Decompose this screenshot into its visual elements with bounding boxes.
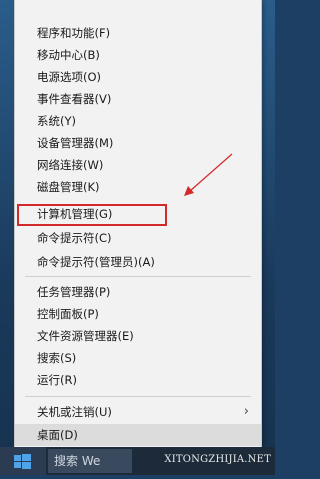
menu-item-label: 磁盘管理(K) [37,180,100,194]
menu-item-label: 程序和功能(F) [37,26,111,40]
menu-item-task-manager[interactable]: 任务管理器(P) [15,281,261,303]
winx-context-menu: 程序和功能(F) 移动中心(B) 电源选项(O) 事件查看器(V) 系统(Y) … [14,0,262,447]
chevron-right-icon: › [243,404,249,419]
menu-item-label: 搜索(S) [37,351,77,365]
windows-logo-icon [14,454,31,469]
menu-item-programs-features[interactable]: 程序和功能(F) [15,22,261,44]
menu-item-device-manager[interactable]: 设备管理器(M) [15,132,261,154]
menu-item-file-explorer[interactable]: 文件资源管理器(E) [15,325,261,347]
taskbar-search-box[interactable]: 搜索 We [48,449,132,473]
menu-item-search[interactable]: 搜索(S) [15,347,261,369]
menu-item-label: 任务管理器(P) [37,285,111,299]
menu-item-disk-management[interactable]: 磁盘管理(K) [15,176,261,198]
menu-item-command-prompt-admin[interactable]: 命令提示符(管理员)(A) [15,251,261,273]
menu-item-control-panel[interactable]: 控制面板(P) [15,303,261,325]
menu-separator [25,276,251,277]
menu-item-network-connections[interactable]: 网络连接(W) [15,154,261,176]
menu-item-desktop[interactable]: 桌面(D) [15,424,261,446]
menu-item-label: 网络连接(W) [37,158,104,172]
menu-item-shutdown-signout[interactable]: 关机或注销(U) › [15,401,261,423]
menu-item-power-options[interactable]: 电源选项(O) [15,66,261,88]
search-text: 搜索 We [54,454,101,468]
menu-item-label: 计算机管理(G) [37,207,113,221]
menu-item-label: 事件查看器(V) [37,92,112,106]
menu-item-label: 控制面板(P) [37,307,99,321]
menu-item-label: 命令提示符(管理员)(A) [37,255,155,269]
menu-separator [25,396,251,397]
menu-item-event-viewer[interactable]: 事件查看器(V) [15,88,261,110]
menu-item-label: 移动中心(B) [37,48,100,62]
menu-item-label: 系统(Y) [37,114,76,128]
menu-item-label: 设备管理器(M) [37,136,114,150]
menu-item-mobility-center[interactable]: 移动中心(B) [15,44,261,66]
menu-item-command-prompt[interactable]: 命令提示符(C) [15,227,261,249]
menu-item-label: 桌面(D) [37,428,78,442]
menu-item-system[interactable]: 系统(Y) [15,110,261,132]
menu-item-label: 电源选项(O) [37,70,102,84]
menu-item-label: 文件资源管理器(E) [37,329,134,343]
menu-item-label: 运行(R) [37,373,77,387]
taskbar: 搜索 We XITONGZHIJIA.NET [0,447,275,475]
menu-item-computer-management[interactable]: 计算机管理(G) [15,203,261,225]
watermark: XITONGZHIJIA.NET [164,454,271,465]
menu-item-label: 关机或注销(U) [37,405,112,419]
start-button[interactable] [0,447,46,475]
menu-item-run[interactable]: 运行(R) [15,369,261,391]
menu-item-label: 命令提示符(C) [37,231,112,245]
